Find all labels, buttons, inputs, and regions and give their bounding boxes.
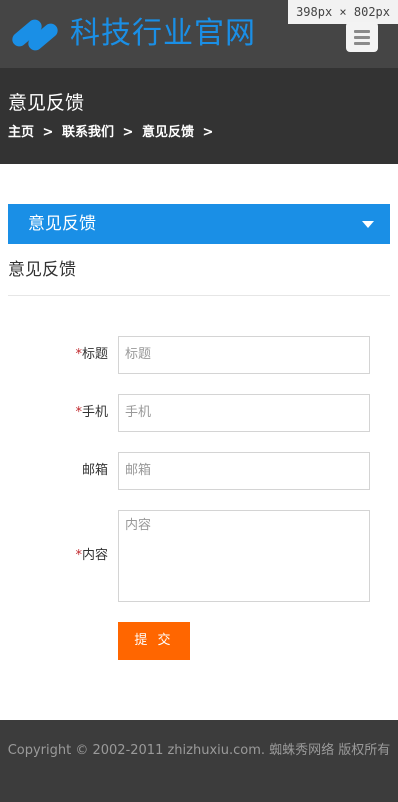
email-placeholder: 邮箱 <box>125 463 152 478</box>
email-input[interactable]: 邮箱 <box>118 452 370 490</box>
site-title[interactable]: 科技行业官网 <box>70 14 256 54</box>
page-title: 意见反馈 <box>8 92 85 114</box>
page-footer: Copyright © 2002-2011 zhizhuxiu.com. 蜘蛛秀… <box>0 720 398 802</box>
title-label: *标题 <box>4 346 108 364</box>
email-label-text: 邮箱 <box>81 463 108 478</box>
phone-input[interactable]: 手机 <box>118 394 370 432</box>
phone-label-text: 手机 <box>81 405 108 420</box>
content-label: *内容 <box>4 547 108 565</box>
size-badge: 398px × 802px <box>288 0 398 24</box>
breadcrumb-separator: > <box>42 125 54 140</box>
content-label-text: 内容 <box>81 548 108 563</box>
breadcrumb-separator: > <box>202 125 214 140</box>
submit-button[interactable]: 提 交 <box>118 622 190 660</box>
copyright-text: Copyright © 2002-2011 zhizhuxiu.com. 蜘蛛秀… <box>7 743 391 758</box>
breadcrumb-separator: > <box>122 125 134 140</box>
section-heading: 意见反馈 <box>8 260 76 280</box>
breadcrumb: 主页 > 联系我们 > 意见反馈 > <box>8 124 217 142</box>
phone-label: *手机 <box>4 404 108 422</box>
content-placeholder: 内容 <box>125 518 152 533</box>
breadcrumb-contact[interactable]: 联系我们 <box>62 125 114 140</box>
section-dropdown-bar[interactable]: 意见反馈 <box>8 204 390 244</box>
divider <box>8 295 390 296</box>
caret-down-icon[interactable] <box>362 221 374 228</box>
title-placeholder: 标题 <box>125 347 152 362</box>
section-bar-label: 意见反馈 <box>28 214 96 234</box>
breadcrumb-feedback[interactable]: 意见反馈 <box>142 125 194 140</box>
phone-placeholder: 手机 <box>125 405 152 420</box>
hamburger-menu-icon[interactable] <box>346 22 378 52</box>
email-label: 邮箱 <box>4 462 108 480</box>
title-input[interactable]: 标题 <box>118 336 370 374</box>
top-header: 科技行业官网 398px × 802px <box>0 0 398 68</box>
breadcrumb-home[interactable]: 主页 <box>8 125 34 140</box>
title-label-text: 标题 <box>81 347 108 362</box>
page-banner: 意见反馈 <box>0 68 398 164</box>
content-textarea[interactable]: 内容 <box>118 510 370 602</box>
s-shape-logo-icon[interactable] <box>8 8 62 58</box>
